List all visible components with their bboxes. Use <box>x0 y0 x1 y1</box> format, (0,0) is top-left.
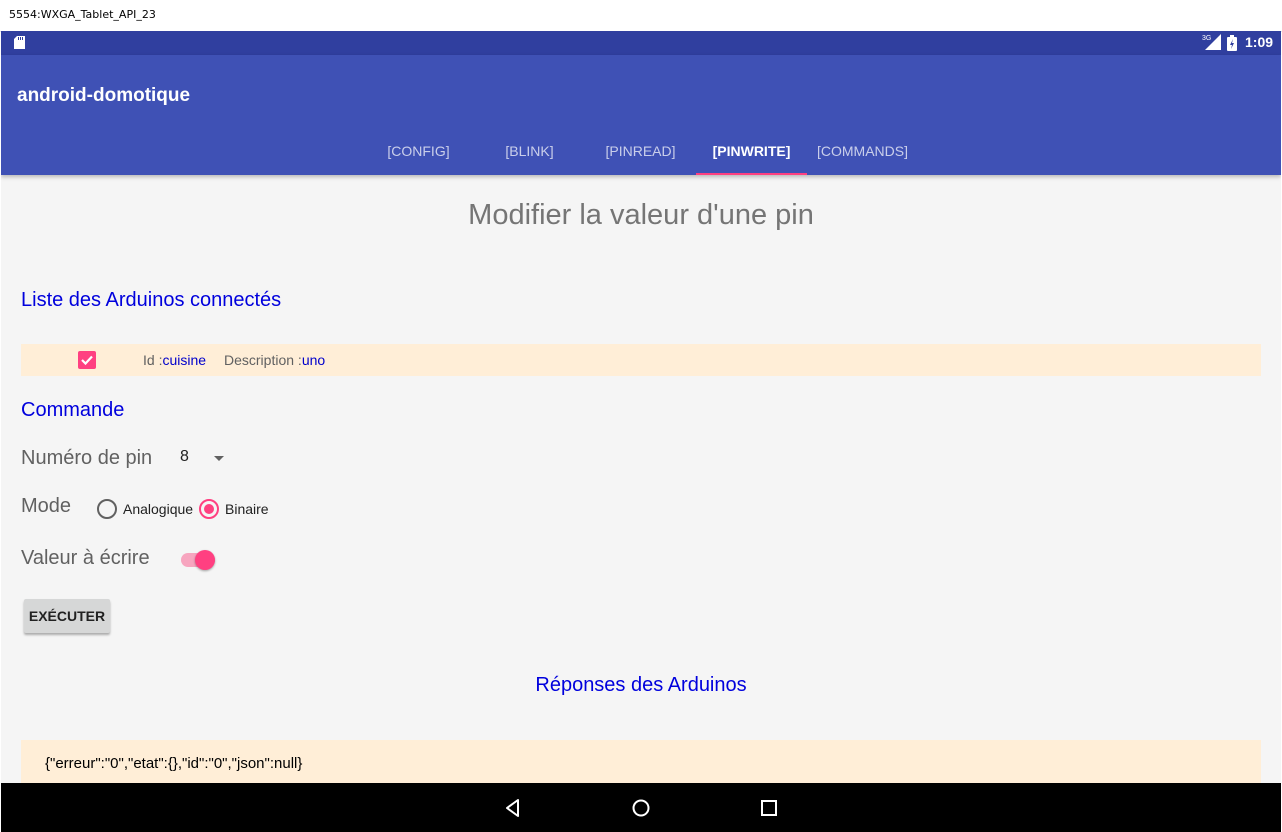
tab-bar: [CONFIG] [BLINK] [PINREAD] [PINWRITE] [C… <box>363 127 918 175</box>
tab-config[interactable]: [CONFIG] <box>363 127 474 175</box>
mode-label: Mode <box>21 495 72 517</box>
pin-value: 8 <box>180 448 189 465</box>
radio-analogique-label[interactable]: Analogique <box>123 501 193 517</box>
page-content: Modifier la valeur d'une pin Liste des A… <box>1 175 1281 800</box>
status-time: 1:09 <box>1245 34 1274 50</box>
command-heading: Commande <box>21 399 125 421</box>
home-icon[interactable] <box>629 796 653 820</box>
arduino-description-value: uno <box>301 352 326 368</box>
responses-heading: Réponses des Arduinos <box>535 674 747 696</box>
arduino-description-label: Description : <box>224 352 302 368</box>
navigation-bar <box>1 783 1281 832</box>
app-title: android-domotique <box>17 85 191 106</box>
tab-commands[interactable]: [COMMANDS] <box>807 127 918 175</box>
back-icon[interactable] <box>501 796 525 820</box>
check-icon <box>81 355 93 366</box>
page-title: Modifier la valeur d'une pin <box>468 199 814 231</box>
arduino-id-label: Id : <box>143 352 163 368</box>
arduino-id: Id :cuisine <box>143 352 206 368</box>
status-bar: 3G 1:09 <box>1 31 1281 55</box>
tab-pinwrite[interactable]: [PINWRITE] <box>696 127 807 175</box>
value-switch[interactable] <box>181 549 217 571</box>
arduino-id-value: cuisine <box>162 352 207 368</box>
recents-icon[interactable] <box>757 796 781 820</box>
pin-spinner[interactable]: 8 <box>171 447 231 471</box>
execute-button[interactable]: EXÉCUTER <box>24 599 110 633</box>
radio-binaire-label[interactable]: Binaire <box>225 501 269 517</box>
svg-text:3G: 3G <box>1202 35 1211 42</box>
emulator-title-bar: 5554:WXGA_Tablet_API_23 <box>0 0 1282 32</box>
response-text: {"erreur":"0","etat":{},"id":"0","json":… <box>45 755 303 772</box>
emulator-title: 5554:WXGA_Tablet_API_23 <box>9 8 156 21</box>
tab-pinread[interactable]: [PINREAD] <box>585 127 696 175</box>
tab-blink[interactable]: [BLINK] <box>474 127 585 175</box>
arduino-checkbox[interactable] <box>78 351 96 369</box>
sd-card-icon <box>14 36 25 49</box>
signal-icon: 3G <box>1202 34 1221 50</box>
battery-icon <box>1227 35 1237 51</box>
switch-thumb <box>195 550 215 570</box>
value-label: Valeur à écrire <box>21 547 150 569</box>
app-bar: android-domotique [CONFIG] [BLINK] [PINR… <box>1 55 1281 175</box>
arduinos-heading: Liste des Arduinos connectés <box>21 289 282 311</box>
arduino-list-item: Id :cuisine Description :uno <box>21 344 1261 376</box>
chevron-down-icon <box>214 456 224 461</box>
arduino-description: Description :uno <box>224 352 325 368</box>
device-screen: 3G 1:09 android-domotique [CONFIG] [BLIN… <box>1 31 1281 832</box>
radio-analogique[interactable] <box>97 499 117 519</box>
radio-binaire[interactable] <box>199 499 219 519</box>
pin-label: Numéro de pin <box>21 447 153 469</box>
